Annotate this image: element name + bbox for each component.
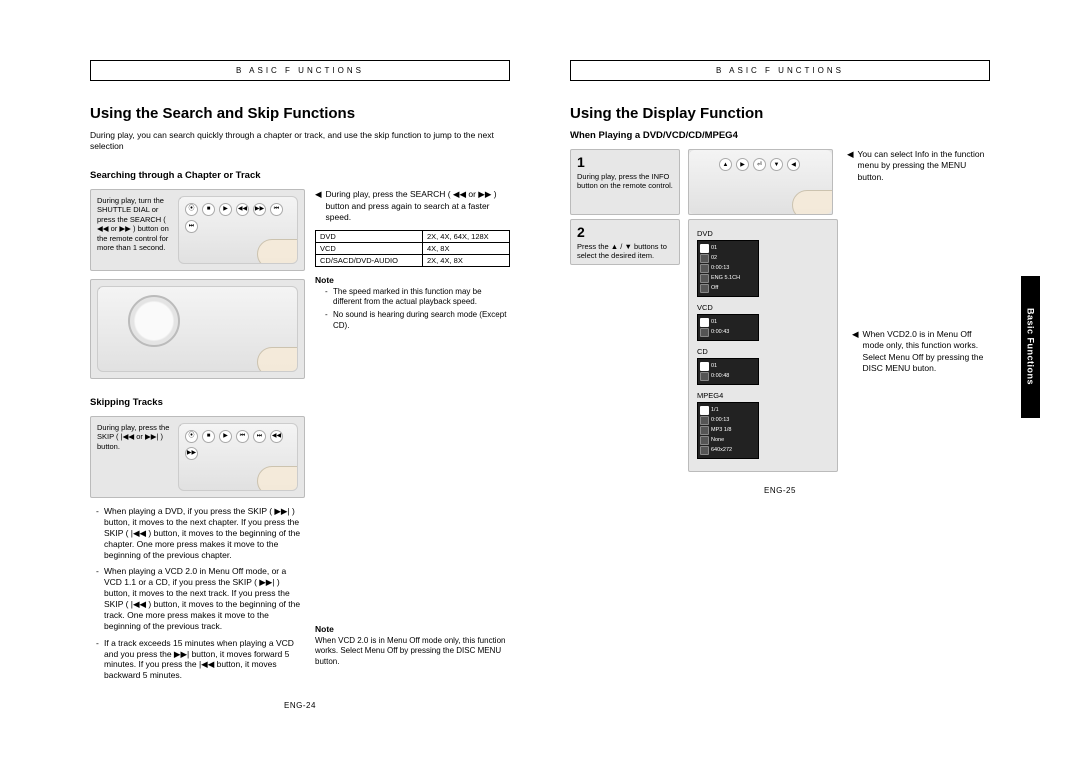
sec2-note-text: When VCD 2.0 is in Menu Off mode only, t… (315, 636, 510, 667)
speed-table: DVD2X, 4X, 64X, 128X VCD4X, 8X CD/SACD/D… (315, 230, 510, 267)
step1-box: 1 During play, press the INFO button on … (570, 149, 680, 215)
left-title: Using the Search and Skip Functions (90, 105, 510, 122)
step1-text: During play, press the INFO button on th… (577, 172, 673, 190)
osd-mpeg4: 1/1 0:00:13 MP3 1/8 None 640x272 (697, 402, 759, 459)
page-number-right: ENG-25 (570, 486, 990, 495)
step2-num: 2 (577, 224, 673, 242)
sec2-greybox-text: During play, press the SKIP ( |◀◀ or ▶▶|… (97, 423, 172, 451)
disc-icon (700, 406, 709, 415)
step1-num: 1 (577, 154, 673, 172)
audio-icon (700, 274, 709, 283)
subtitle-icon (700, 284, 709, 293)
sec1-dial-illustration (90, 279, 305, 379)
tbl-r2c0: CD/SACD/DVD-AUDIO (316, 254, 423, 266)
clock-icon (700, 264, 709, 273)
audio-icon (700, 426, 709, 435)
tbl-r0c0: DVD (316, 230, 423, 242)
disc-icon (700, 318, 709, 327)
osd-column: DVD 01 02 0:00:13 ENG 5.1CH Off VCD 01 0… (688, 219, 838, 472)
page-number-left: ENG-24 (90, 701, 510, 710)
tbl-r1c1: 4X, 8X (422, 242, 509, 254)
osd-mpeg4-label: MPEG4 (697, 391, 831, 400)
r1-note-text: You can select Info in the function menu… (858, 149, 990, 183)
sec1-notes: The speed marked in this function may be… (315, 287, 510, 332)
sec1-pointer: ◀ During play, press the SEARCH ( ◀◀ or … (315, 189, 510, 223)
sec1-pointer-text: During play, press the SEARCH ( ◀◀ or ▶▶… (326, 189, 510, 223)
r1-pointer: ◀ You can select Info in the function me… (847, 149, 990, 183)
page-left: B ASIC F UNCTIONS Using the Search and S… (90, 60, 510, 710)
header-right: B ASIC F UNCTIONS (570, 60, 990, 81)
tbl-r0c1: 2X, 4X, 64X, 128X (422, 230, 509, 242)
left-arrow-icon: ◀ (852, 329, 859, 375)
header-left: B ASIC F UNCTIONS (90, 60, 510, 81)
sec1-note-heading: Note (315, 275, 510, 285)
sec1-note-2: No sound is hearing during search mode (… (325, 310, 510, 331)
left-intro: During play, you can search quickly thro… (90, 130, 510, 152)
step2-text: Press the ▲ / ▼ buttons to select the de… (577, 242, 667, 260)
sec2-heading: Skipping Tracks (90, 397, 510, 408)
disc-icon (700, 244, 709, 253)
r2-pointer: ◀ When VCD2.0 is in Menu Off mode only, … (852, 329, 990, 375)
clock-icon (700, 416, 709, 425)
sec1-note-1: The speed marked in this function may be… (325, 287, 510, 308)
section-tab: Basic Functions (1021, 276, 1040, 418)
sec1-greybox: During play, turn the SHUTTLE DIAL or pr… (90, 189, 305, 271)
subtitle-icon (700, 436, 709, 445)
osd-vcd: 01 0:00:43 (697, 314, 759, 341)
sec2-greybox: During play, press the SKIP ( |◀◀ or ▶▶|… (90, 416, 305, 498)
osd-cd-label: CD (697, 347, 831, 356)
remote-illustration-1: ⦿■▶◀◀▶▶⏮⏭ (178, 196, 298, 264)
page-right: B ASIC F UNCTIONS Using the Display Func… (570, 60, 990, 710)
size-icon (700, 446, 709, 455)
osd-dvd: 01 02 0:00:13 ENG 5.1CH Off (697, 240, 759, 297)
step1-illustration: ▲▶⏎▼◀ (688, 149, 833, 215)
tbl-r1c0: VCD (316, 242, 423, 254)
chapter-icon (700, 254, 709, 263)
left-arrow-icon: ◀ (847, 149, 854, 183)
sec1-greybox-text: During play, turn the SHUTTLE DIAL or pr… (97, 196, 172, 252)
sec1-heading: Searching through a Chapter or Track (90, 170, 510, 181)
sec2-b2: When playing a VCD 2.0 in Menu Off mode,… (96, 566, 305, 631)
sec2-b3: If a track exceeds 15 minutes when playi… (96, 638, 305, 682)
sec2-note-heading: Note (315, 624, 510, 634)
disc-icon (700, 362, 709, 371)
tbl-r2c1: 2X, 4X, 8X (422, 254, 509, 266)
step2-box: 2 Press the ▲ / ▼ buttons to select the … (570, 219, 680, 265)
sec2-b1: When playing a DVD, if you press the SKI… (96, 506, 305, 560)
osd-cd: 01 0:00:48 (697, 358, 759, 385)
right-title: Using the Display Function (570, 105, 990, 122)
osd-dvd-label: DVD (697, 229, 831, 238)
sec2-bullets: When playing a DVD, if you press the SKI… (90, 506, 305, 681)
clock-icon (700, 372, 709, 381)
remote-illustration-2: ⦿■▶⏮⏭◀◀▶▶ (178, 423, 298, 491)
right-sub: When Playing a DVD/VCD/CD/MPEG4 (570, 130, 990, 141)
osd-vcd-label: VCD (697, 303, 831, 312)
r2-note-text: When VCD2.0 is in Menu Off mode only, th… (863, 329, 990, 375)
clock-icon (700, 328, 709, 337)
left-arrow-icon: ◀ (315, 189, 322, 223)
